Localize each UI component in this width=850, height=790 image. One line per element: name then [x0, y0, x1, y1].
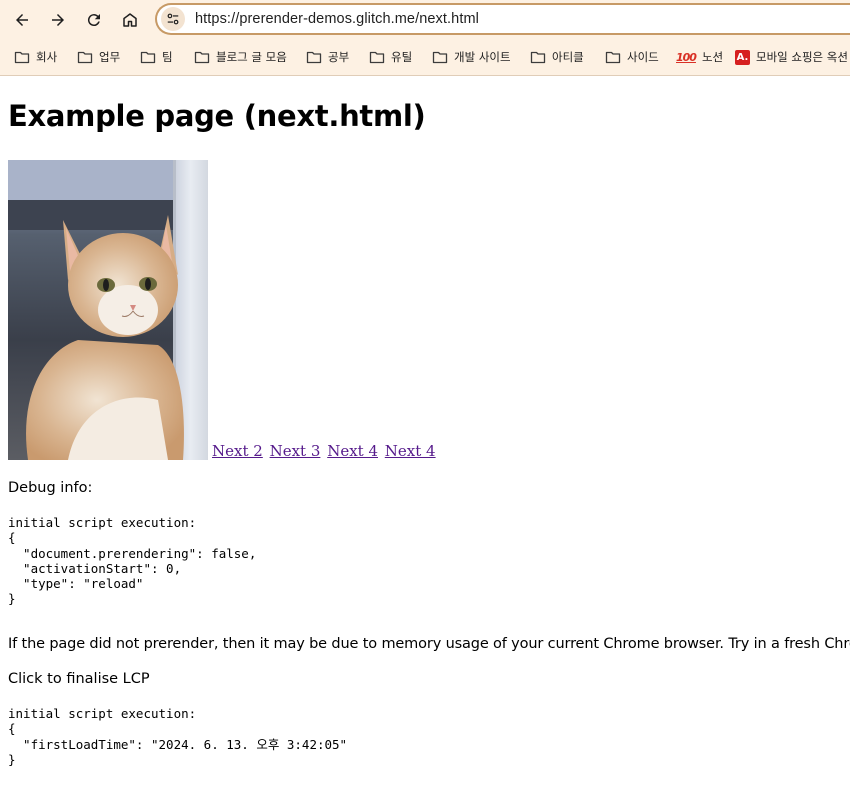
- bookmark-label: 아티클: [552, 50, 584, 64]
- url-text[interactable]: https://prerender-demos.glitch.me/next.h…: [195, 11, 479, 27]
- folder-icon: [369, 49, 385, 65]
- bookmark-label: 노션: [701, 50, 724, 64]
- folder-icon: [432, 49, 448, 65]
- bookmark-label: 회사: [36, 50, 58, 64]
- bookmark-folder[interactable]: 팀: [140, 40, 173, 74]
- bookmark-folder[interactable]: 회사: [14, 40, 57, 74]
- next-links: Next 2 Next 3 Next 4 Next 4: [212, 442, 438, 460]
- folder-icon: [77, 49, 93, 65]
- auction-logo-icon: A.: [735, 49, 750, 65]
- address-bar[interactable]: https://prerender-demos.glitch.me/next.h…: [155, 3, 850, 35]
- lcp-instruction: Click to finalise LCP: [8, 671, 150, 687]
- site-info-button[interactable]: [161, 7, 185, 31]
- back-button[interactable]: [10, 8, 34, 32]
- bookmark-folder[interactable]: 사이드: [605, 40, 659, 74]
- debug-info-label: Debug info:: [8, 480, 93, 496]
- bookmark-label: 모바일 쇼핑은 옥션: [756, 50, 848, 64]
- bookmark-folder[interactable]: 업무: [77, 40, 120, 74]
- prerender-note: If the page did not prerender, then it m…: [8, 636, 850, 652]
- link-next-3[interactable]: Next 3: [270, 442, 321, 460]
- bookmark-folder[interactable]: 개발 사이트: [432, 40, 511, 74]
- bookmark-label: 블로그 글 모음: [216, 50, 287, 64]
- link-next-4-duplicate[interactable]: Next 4: [385, 442, 436, 460]
- link-next-4[interactable]: Next 4: [327, 442, 378, 460]
- bookmark-notion[interactable]: 100 노션: [676, 40, 723, 74]
- reload-icon: [87, 14, 100, 27]
- page-title: Example page (next.html): [8, 99, 426, 133]
- bookmark-label: 개발 사이트: [454, 50, 511, 64]
- reload-button[interactable]: [82, 8, 106, 32]
- arrow-left-icon: [16, 14, 28, 26]
- arrow-right-icon: [52, 14, 64, 26]
- folder-icon: [140, 49, 156, 65]
- bookmark-label: 공부: [328, 50, 350, 64]
- folder-icon: [605, 49, 621, 65]
- bookmark-label: 사이드: [627, 50, 659, 64]
- debug-output-1: initial script execution: { "document.pr…: [8, 515, 257, 607]
- bookmark-folder[interactable]: 유틸: [369, 40, 412, 74]
- link-next-2[interactable]: Next 2: [212, 442, 263, 460]
- cat-image: [8, 160, 208, 460]
- bookmark-label: 업무: [99, 50, 121, 64]
- page-content: Example page (next.html) Next 2 Next 3 N…: [8, 77, 850, 767]
- tune-icon: [167, 13, 179, 25]
- hundred-points-icon: 100: [676, 50, 697, 64]
- home-icon: [123, 13, 137, 27]
- bookmarks-bar: 회사 업무 팀 블로그 글 모음 공부 유틸 개발 사이트 아티클 사이드 10…: [0, 40, 850, 76]
- home-button[interactable]: [118, 8, 142, 32]
- bookmark-label: 팀: [162, 50, 173, 64]
- folder-icon: [14, 49, 30, 65]
- bookmark-folder[interactable]: 블로그 글 모음: [194, 40, 287, 74]
- bookmark-label: 유틸: [391, 50, 413, 64]
- forward-button[interactable]: [46, 8, 70, 32]
- browser-toolbar: https://prerender-demos.glitch.me/next.h…: [0, 0, 850, 40]
- folder-icon: [306, 49, 322, 65]
- debug-output-2: initial script execution: { "firstLoadTi…: [8, 706, 348, 767]
- bookmark-folder[interactable]: 공부: [306, 40, 349, 74]
- folder-icon: [530, 49, 546, 65]
- bookmark-folder[interactable]: 아티클: [530, 40, 584, 74]
- folder-icon: [194, 49, 210, 65]
- bookmark-auction[interactable]: A. 모바일 쇼핑은 옥션: [735, 40, 848, 74]
